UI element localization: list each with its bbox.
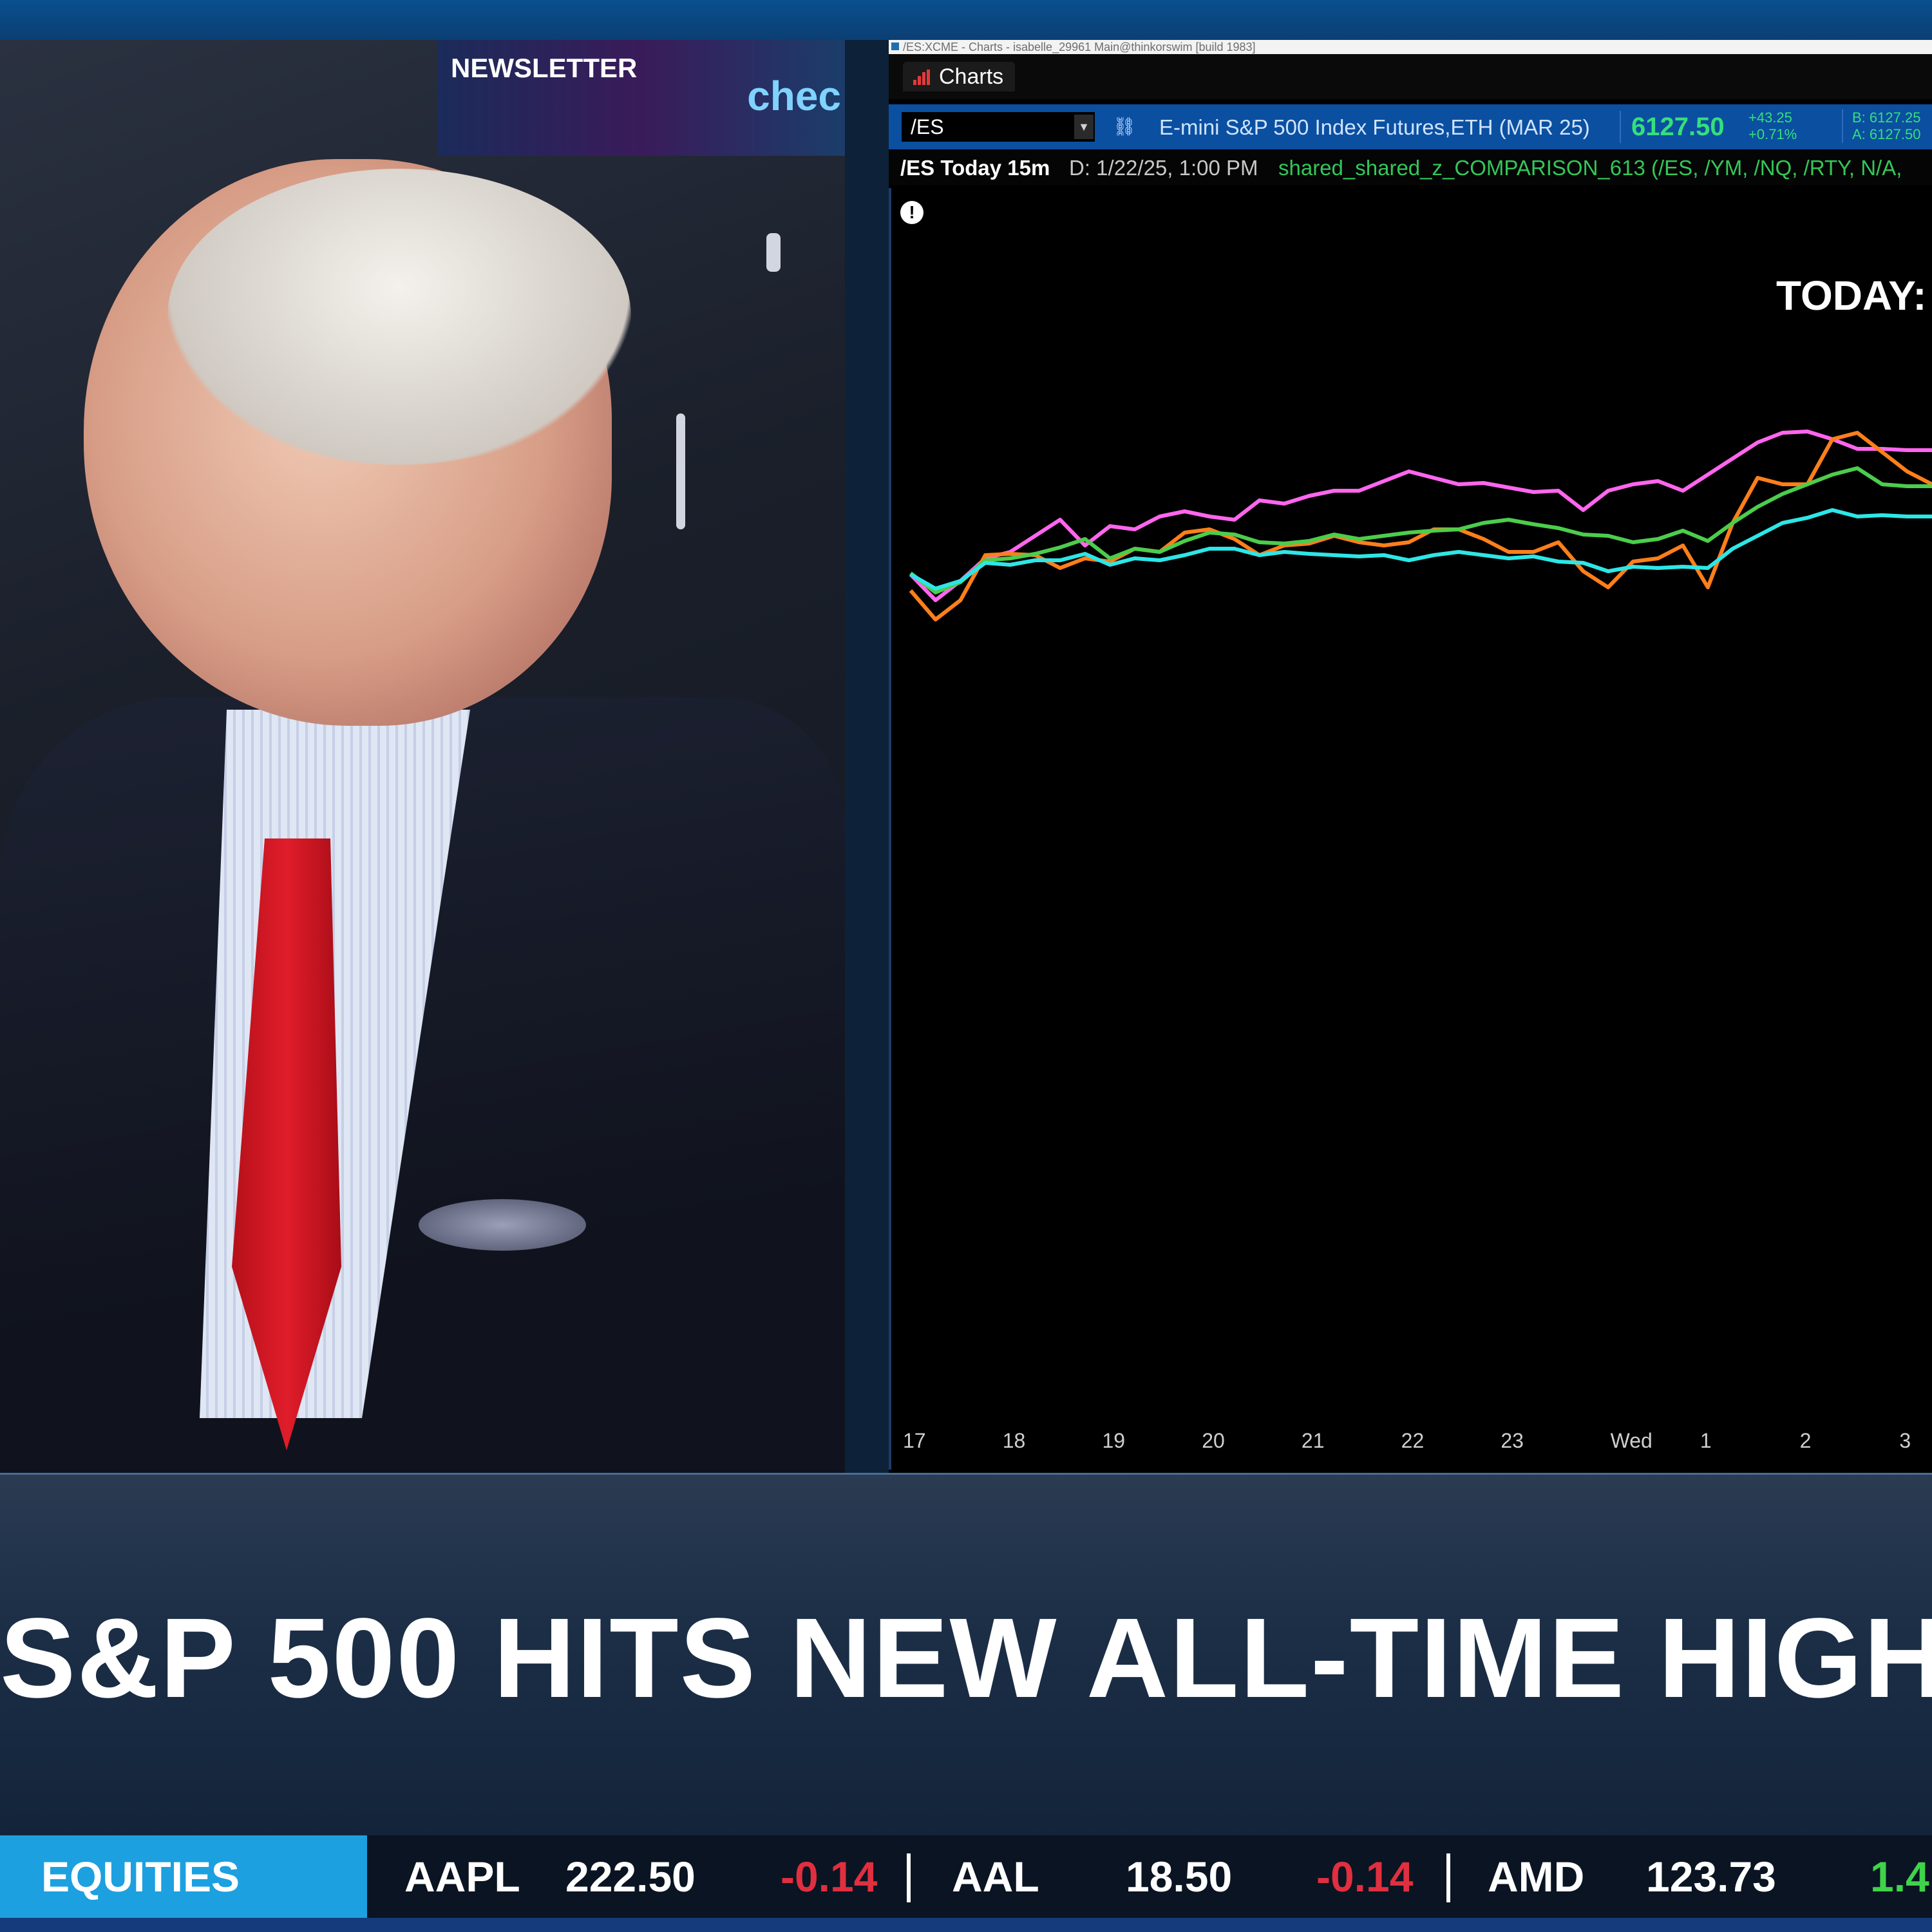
stock-ticker: EQUITIES AAPL 222.50 -0.14 AAL 18.50 -0.… <box>0 1835 1932 1918</box>
studio-light <box>766 233 781 272</box>
ticker-price: 123.73 <box>1646 1853 1776 1900</box>
studio-monitor-text: NEWSLETTER <box>451 53 638 83</box>
bottom-band <box>0 1918 1932 1932</box>
x-tick-label: 19 <box>1102 1429 1125 1452</box>
ticker-category: EQUITIES <box>0 1835 367 1918</box>
ticker-symbol: AMD <box>1488 1853 1585 1900</box>
series-line-0 <box>909 430 1932 602</box>
x-tick-label: 22 <box>1401 1429 1425 1452</box>
x-tick-label: 20 <box>1202 1429 1225 1452</box>
studio-monitor-logo: chec <box>747 73 841 119</box>
lower-third-banner: S&P 500 HITS NEW ALL-TIME HIGH <box>0 1473 1932 1837</box>
x-tick-label: 18 <box>1003 1429 1026 1452</box>
x-tick-label: 1 <box>1700 1429 1712 1452</box>
studio-monitor: NEWSLETTER chec <box>438 40 845 156</box>
x-tick-label: 3 <box>1899 1429 1911 1452</box>
ticker-symbol: AAPL <box>404 1853 520 1900</box>
video-feed: NEWSLETTER chec <box>0 40 845 1473</box>
ticker-change: -0.14 <box>1316 1853 1414 1900</box>
ticker-price: 18.50 <box>1126 1853 1233 1900</box>
series-line-2 <box>909 466 1932 594</box>
price-chart: 17 18 19 20 21 22 23 Wed 1 2 3 <box>903 430 1932 1452</box>
x-tick-label: 17 <box>903 1429 926 1452</box>
x-tick-label: 21 <box>1302 1429 1325 1452</box>
ticker-price: 222.50 <box>565 1853 696 1900</box>
guest-hair <box>167 169 631 465</box>
headline: S&P 500 HITS NEW ALL-TIME HIGH <box>0 1595 1932 1721</box>
ticker-change: 1.4 <box>1870 1853 1929 1900</box>
ticker-separator <box>907 1853 911 1902</box>
x-tick-label: 2 <box>1800 1429 1812 1452</box>
guest-pocket-square <box>419 1199 586 1251</box>
studio-light <box>676 413 685 529</box>
top-brand-band <box>0 0 1932 40</box>
ticker-change: -0.14 <box>781 1853 878 1900</box>
ticker-separator <box>1446 1853 1450 1902</box>
x-tick-label: 23 <box>1501 1429 1524 1452</box>
x-tick-label: Wed <box>1611 1429 1653 1452</box>
ticker-symbol: AAL <box>952 1853 1039 1900</box>
chart-window: /ES:XCME - Charts - isabelle_29961 Main@… <box>889 40 1932 1473</box>
